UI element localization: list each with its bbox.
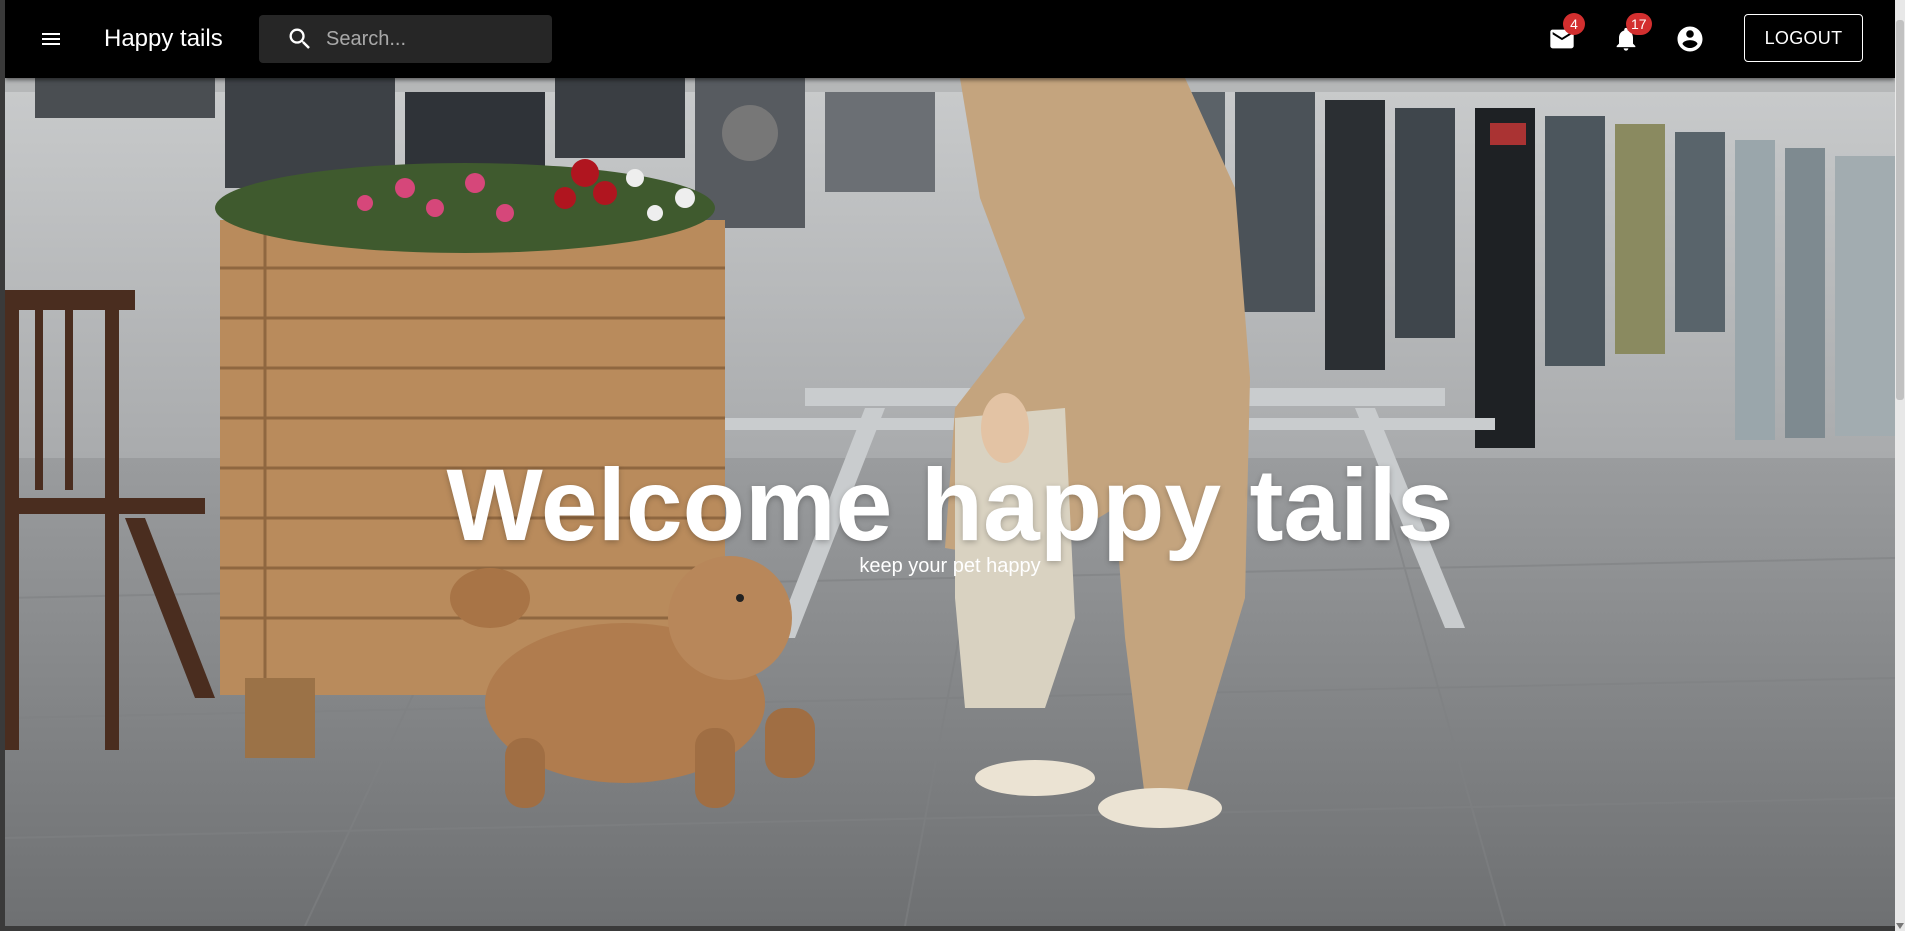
- account-button[interactable]: [1670, 19, 1710, 59]
- hero-subtitle: keep your pet happy: [859, 555, 1041, 577]
- search-box[interactable]: [259, 15, 558, 63]
- brand-title[interactable]: Happy tails: [104, 24, 223, 54]
- scroll-down-arrow-icon[interactable]: [1896, 923, 1904, 929]
- mail-button[interactable]: 4: [1542, 13, 1585, 59]
- account-circle-icon: [1677, 26, 1703, 52]
- search-icon: [286, 25, 314, 53]
- app-frame: Happy tails 4 17 LOGOUT: [5, 0, 1895, 926]
- menu-icon: [42, 33, 60, 45]
- notification-badge: 17: [1626, 13, 1652, 35]
- search-input[interactable]: [324, 26, 558, 52]
- notifications-button[interactable]: 17: [1606, 13, 1652, 59]
- page-scrollbar[interactable]: [1895, 0, 1905, 931]
- menu-button[interactable]: [35, 23, 67, 55]
- hero-banner: Welcome happy tails keep your pet happy: [5, 78, 1895, 926]
- logout-button[interactable]: LOGOUT: [1744, 14, 1863, 62]
- app-bar: Happy tails 4 17 LOGOUT: [5, 0, 1895, 78]
- mail-badge: 4: [1563, 13, 1585, 35]
- scrollbar-thumb[interactable]: [1896, 20, 1904, 400]
- hero-title: Welcome happy tails: [446, 448, 1454, 562]
